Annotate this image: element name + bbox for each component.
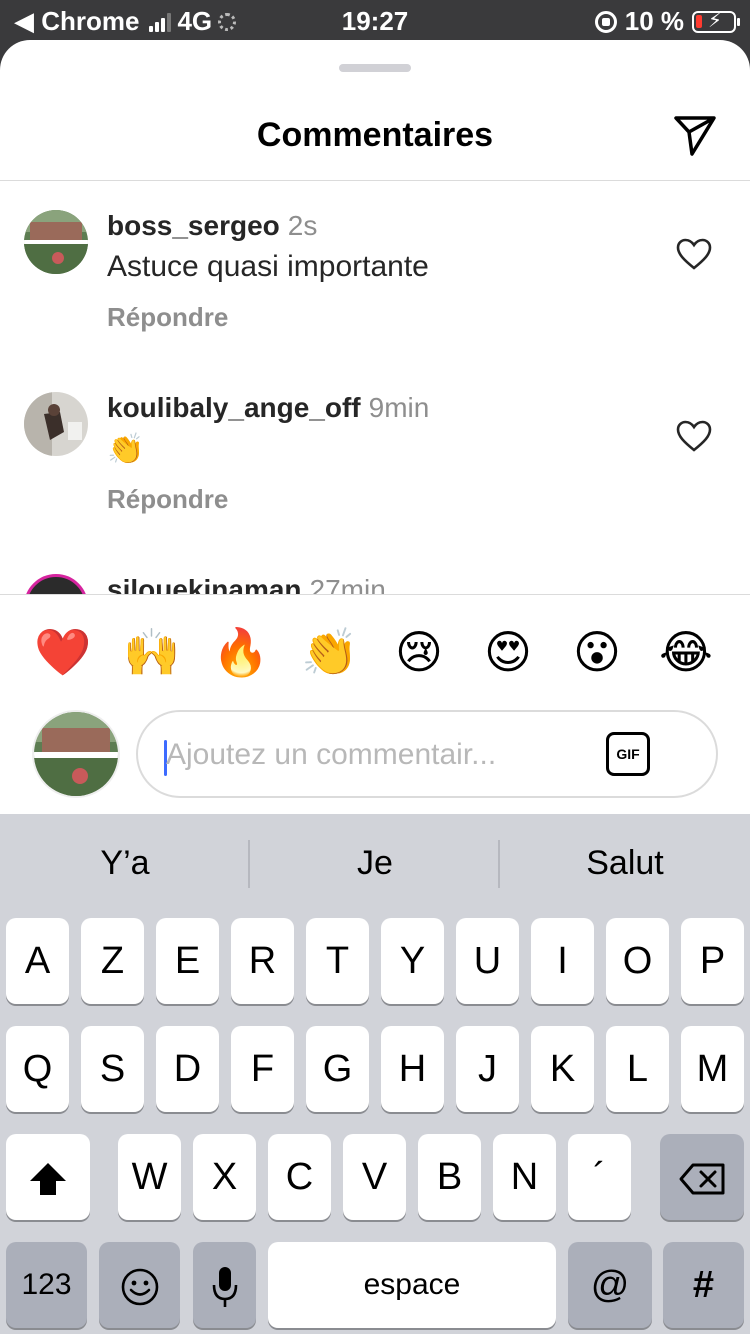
comment-text: Astuce quasi importante [107,250,429,283]
reaction-crying-emoji[interactable]: 😢 [389,622,449,682]
composer-divider [0,594,750,595]
backspace-icon [679,1163,725,1195]
username-text[interactable]: silouekinaman [107,574,302,594]
key-w[interactable]: W [118,1134,181,1220]
key-c[interactable]: C [268,1134,331,1220]
key-s[interactable]: S [81,1026,144,1112]
key-q[interactable]: Q [6,1026,69,1112]
comment-username[interactable]: boss_sergeo 2s [107,210,317,242]
comment-input[interactable]: Ajoutez un commentair... GIF [136,710,718,798]
key-m[interactable]: M [681,1026,744,1112]
comment-input-placeholder: Ajoutez un commentair... [166,738,497,771]
avatar[interactable] [24,210,88,274]
key-x[interactable]: X [193,1134,256,1220]
battery-icon: ⚡ [692,10,740,33]
comment-username[interactable]: koulibaly_ange_off 9min [107,392,429,424]
key-e[interactable]: E [156,918,219,1004]
key-p[interactable]: P [681,918,744,1004]
comment-time: 27min [309,574,386,594]
dictation-key[interactable] [193,1242,256,1328]
key-u[interactable]: U [456,918,519,1004]
quick-reactions-bar: ❤️ 🙌 🔥 👏 😢 😍 😮 😂 [0,622,750,682]
key-l[interactable]: L [606,1026,669,1112]
comment-item: boss_sergeo 2s Astuce quasi importante Ré… [0,210,750,380]
key-n[interactable]: N [493,1134,556,1220]
key-a[interactable]: A [6,918,69,1004]
emoji-key[interactable] [99,1242,180,1328]
key-k[interactable]: K [531,1026,594,1112]
key-z[interactable]: Z [81,918,144,1004]
key-y[interactable]: Y [381,918,444,1004]
key-t[interactable]: T [306,918,369,1004]
username-text[interactable]: boss_sergeo [107,210,280,241]
comment-time: 9min [368,392,430,423]
comments-sheet: Commentaires boss_sergeo 2s Astuce quasi … [0,40,750,814]
emoji-smiley-icon [121,1268,158,1306]
reaction-fire-emoji[interactable]: 🔥 [211,622,271,682]
reaction-heart-emoji[interactable]: ❤️ [33,622,93,682]
shift-key[interactable] [6,1134,90,1220]
key-v[interactable]: V [343,1134,406,1220]
page-title: Commentaires [256,116,494,154]
comment-item: silouekinaman 27min [0,574,750,594]
suggestion-item[interactable]: Je [250,844,500,883]
like-heart-icon[interactable] [676,420,712,452]
delete-key[interactable] [660,1134,744,1220]
avatar[interactable] [24,392,88,456]
hash-key[interactable]: # [663,1242,744,1328]
avatar[interactable] [24,574,88,594]
send-icon[interactable] [672,112,718,158]
comment-item: koulibaly_ange_off 9min 👏 Répondre [0,392,750,562]
space-key[interactable]: espace [268,1242,556,1328]
battery-percent: 10 % [624,6,684,36]
reaction-heart-eyes-emoji[interactable]: 😍 [478,622,538,682]
reaction-laughing-emoji[interactable]: 😂 [656,622,716,682]
microphone-icon [212,1266,237,1307]
key-h[interactable]: H [381,1026,444,1112]
numbers-key[interactable]: 123 [6,1242,87,1328]
orientation-lock-icon [594,10,617,33]
comment-time: 2s [287,210,318,241]
username-text[interactable]: koulibaly_ange_off [107,392,361,423]
like-heart-icon[interactable] [676,238,712,270]
shift-arrow-icon [30,1162,66,1195]
comment-username[interactable]: silouekinaman 27min [107,574,386,594]
key-b[interactable]: B [418,1134,481,1220]
keyboard-suggestions: Y’a Je Salut [0,814,750,914]
sheet-grabber[interactable] [339,64,411,72]
reaction-clap-emoji[interactable]: 👏 [300,622,360,682]
header-divider [0,180,750,181]
suggestion-item[interactable]: Y’a [0,844,250,883]
current-user-avatar [32,710,120,798]
key-d[interactable]: D [156,1026,219,1112]
status-bar: ◀ Chrome 4G 19:27 10 % ⚡ [0,0,750,40]
key-g[interactable]: G [306,1026,369,1112]
status-right: 10 % ⚡ [594,6,740,37]
reaction-raised-hands-emoji[interactable]: 🙌 [122,622,182,682]
key-o[interactable]: O [606,918,669,1004]
reaction-surprised-emoji[interactable]: 😮 [567,622,627,682]
keyboard: Y’a Je Salut A Z E R T Y U I O P Q S D F… [0,814,750,1334]
comment-text: 👏 [107,433,145,466]
key-i[interactable]: I [531,918,594,1004]
key-j[interactable]: J [456,1026,519,1112]
key-f[interactable]: F [231,1026,294,1112]
gif-button[interactable]: GIF [606,732,650,776]
reply-button[interactable]: Répondre [107,302,228,333]
at-key[interactable]: @ [568,1242,652,1328]
key-r[interactable]: R [231,918,294,1004]
reply-button[interactable]: Répondre [107,484,228,515]
suggestion-item[interactable]: Salut [500,844,750,883]
key-accent[interactable]: ´ [568,1134,631,1220]
